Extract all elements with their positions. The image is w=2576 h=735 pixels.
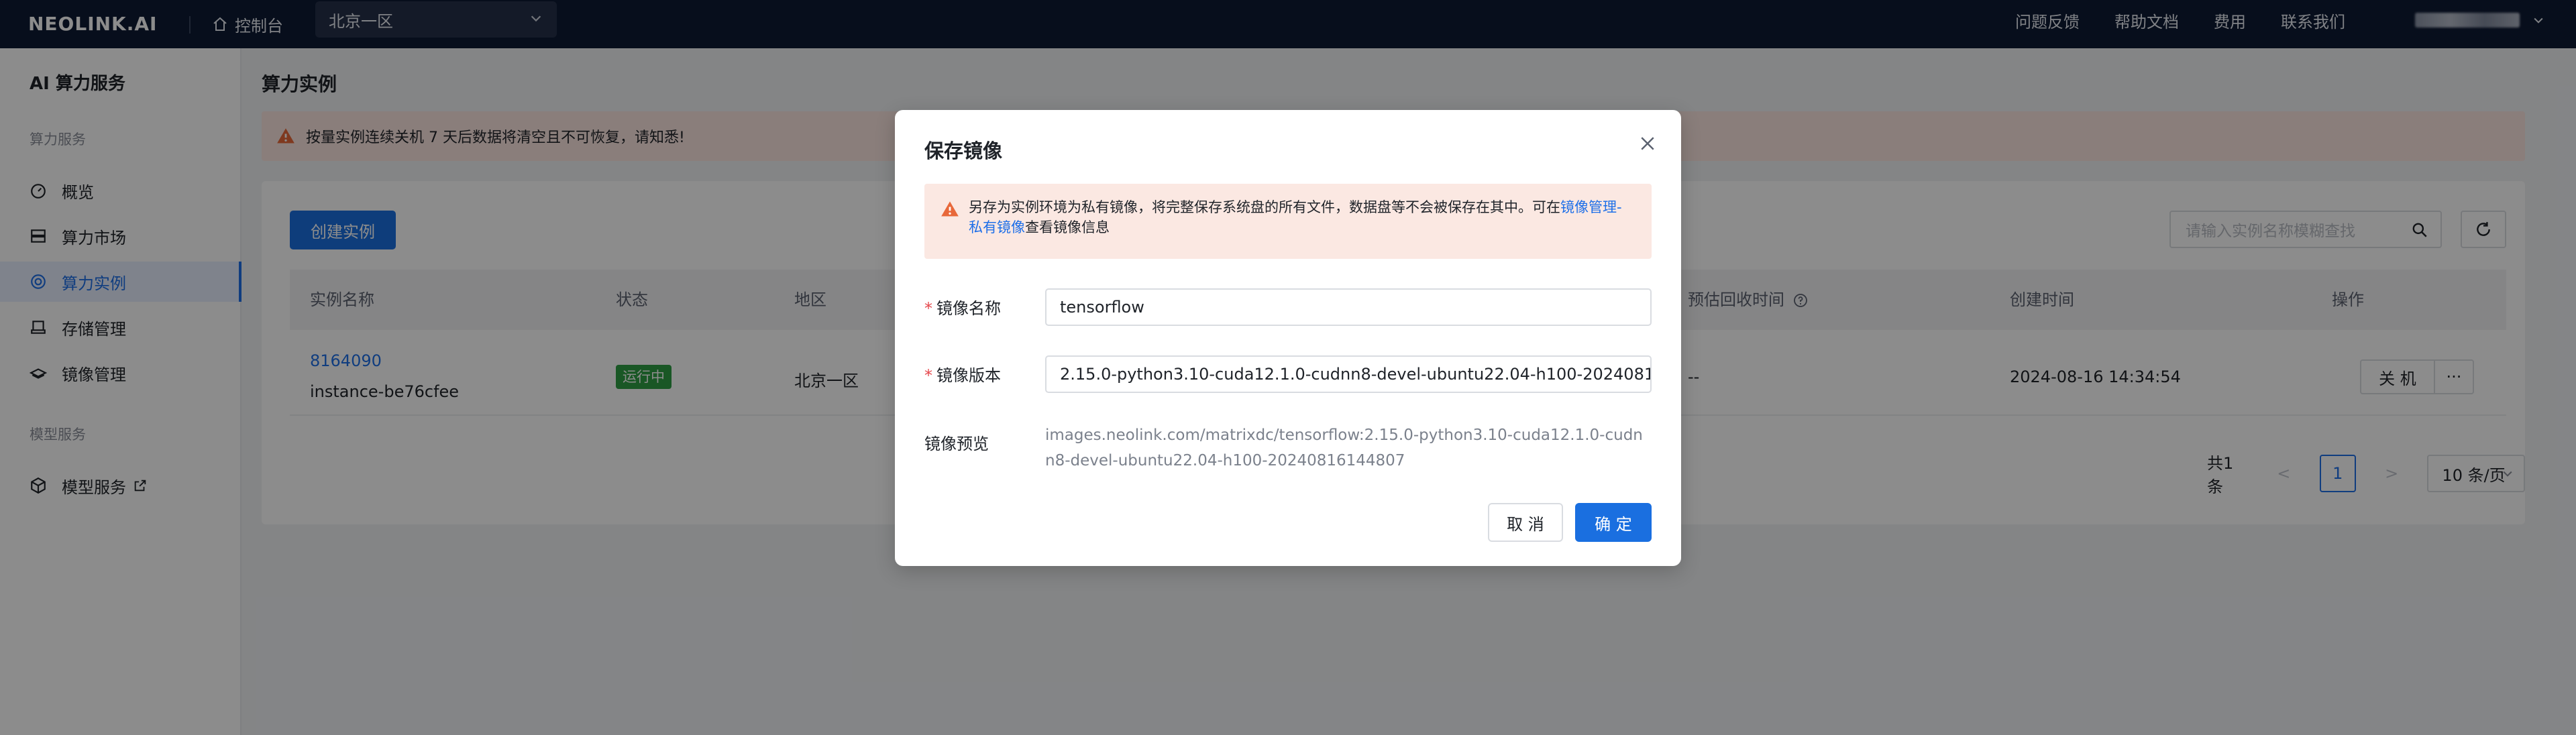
image-version-label-text: 镜像版本 xyxy=(936,366,1001,385)
cancel-button[interactable]: 取 消 xyxy=(1488,503,1563,542)
dialog-title: 保存镜像 xyxy=(924,139,1003,162)
image-name-label-text: 镜像名称 xyxy=(936,299,1001,318)
save-image-dialog: 保存镜像 另存为实例环境为私有镜像，将完整保存系统盘的所有文件，数据盘等不会被保… xyxy=(895,110,1681,566)
alert-suffix: 查看镜像信息 xyxy=(1025,219,1110,235)
confirm-button[interactable]: 确 定 xyxy=(1575,503,1652,542)
required-mark: * xyxy=(924,299,932,318)
image-version-input[interactable]: 2.15.0-python3.10-cuda12.1.0-cudnn8-deve… xyxy=(1045,355,1652,393)
warning-icon xyxy=(941,201,959,217)
image-name-input[interactable]: tensorflow xyxy=(1045,288,1652,326)
close-button[interactable] xyxy=(1635,131,1660,156)
close-icon xyxy=(1641,137,1654,150)
required-mark: * xyxy=(924,366,932,385)
image-version-label: * 镜像版本 xyxy=(924,362,1001,386)
alert-text: 另存为实例环境为私有镜像，将完整保存系统盘的所有文件，数据盘等不会被保存在其中。… xyxy=(969,199,1560,215)
image-preview-label: 镜像预览 xyxy=(924,435,989,453)
image-preview-value: images.neolink.com/matrixdc/tensorflow:2… xyxy=(1045,427,1643,469)
dialog-alert: 另存为实例环境为私有镜像，将完整保存系统盘的所有文件，数据盘等不会被保存在其中。… xyxy=(924,184,1652,259)
image-name-label: * 镜像名称 xyxy=(924,295,1001,319)
